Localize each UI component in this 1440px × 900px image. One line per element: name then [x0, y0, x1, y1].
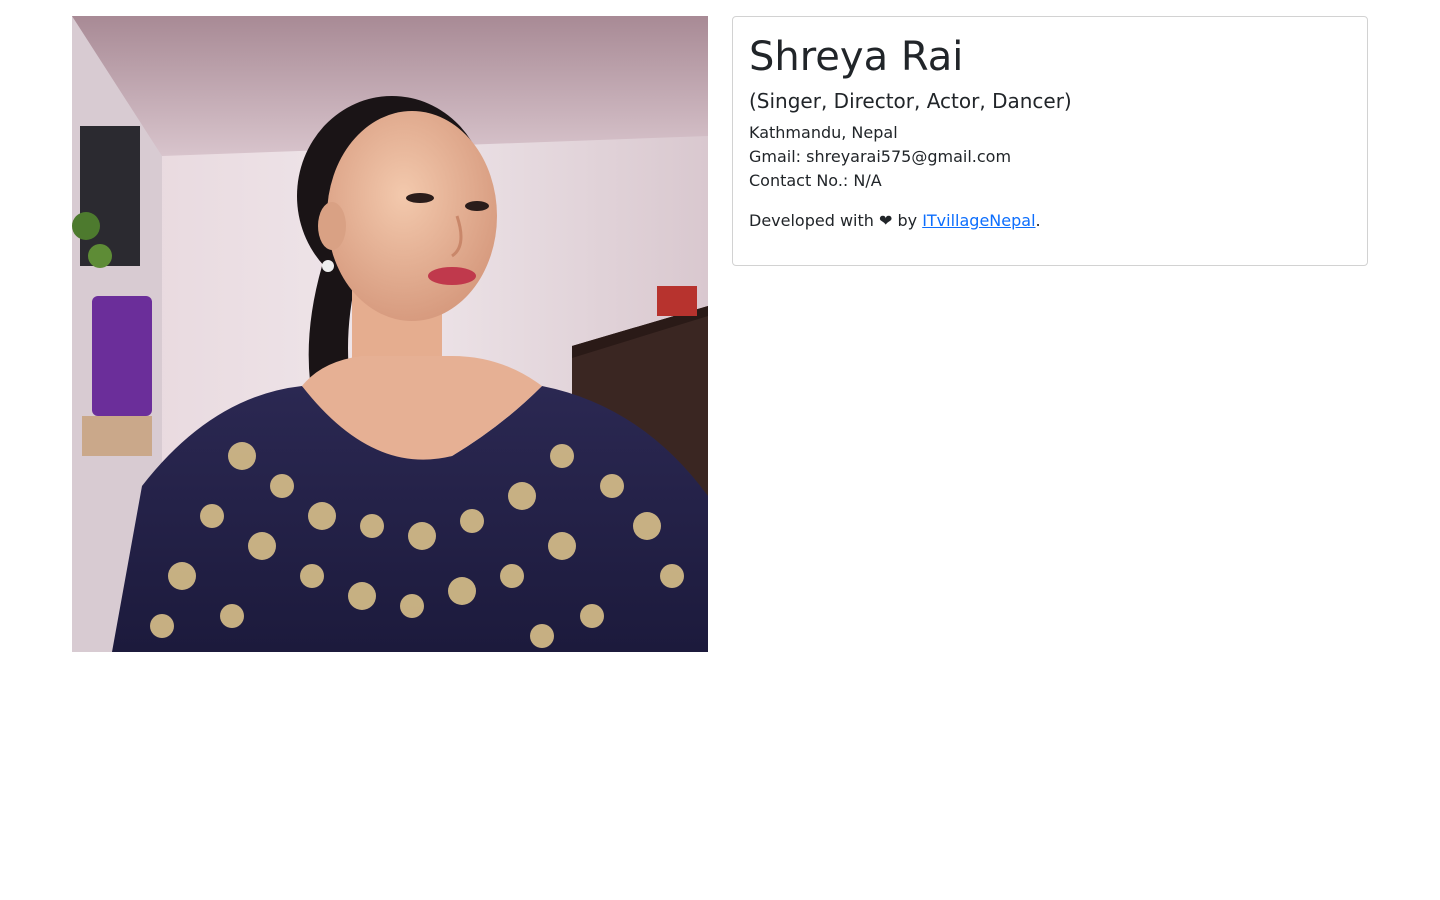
profile-photo-image: [72, 16, 708, 652]
developer-credit-suffix: .: [1035, 211, 1041, 230]
profile-card-body: Shreya Rai (Singer, Director, Actor, Dan…: [733, 17, 1367, 249]
profile-roles: (Singer, Director, Actor, Dancer): [749, 89, 1072, 113]
developer-link[interactable]: ITvillageNepal: [922, 211, 1035, 230]
profile-contact: Contact No.: N/A: [749, 171, 882, 190]
profile-card: Shreya Rai (Singer, Director, Actor, Dan…: [732, 16, 1368, 266]
profile-info: Kathmandu, Nepal Gmail: shreyarai575@gma…: [749, 121, 1351, 193]
developer-credit-prefix: Developed with ❤ by: [749, 211, 923, 230]
profile-photo: [72, 16, 708, 652]
developer-credit: Developed with ❤ by ITvillageNepal.: [749, 209, 1351, 233]
profile-name: Shreya Rai: [749, 34, 964, 80]
profile-gmail: Gmail: shreyarai575@gmail.com: [749, 147, 1012, 166]
profile-location: Kathmandu, Nepal: [749, 123, 898, 142]
page: Shreya Rai (Singer, Director, Actor, Dan…: [0, 0, 1440, 900]
